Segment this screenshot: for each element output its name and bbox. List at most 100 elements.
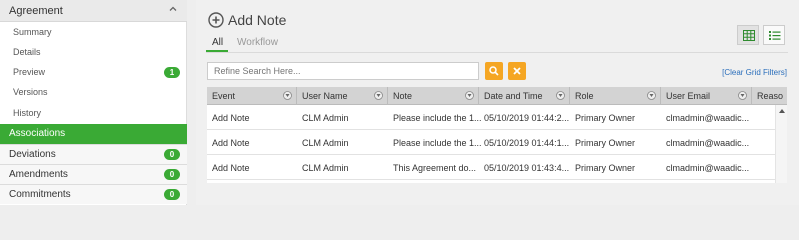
sidebar-item-label: Commitments: [9, 189, 71, 200]
sidebar-item-label: Associations: [9, 128, 66, 139]
table-cell: Add Note: [207, 156, 297, 180]
column-header-event[interactable]: Event: [207, 87, 297, 105]
table-cell: clmadmin@waadic...: [661, 131, 752, 155]
cell-text: CLM Admin: [302, 163, 349, 173]
table-cell: This Agreement do...: [388, 156, 479, 180]
tab-divider: [206, 52, 788, 53]
table-cell: Add Note: [207, 106, 297, 130]
column-header-label: Event: [212, 91, 236, 101]
chevron-up-icon[interactable]: [168, 4, 178, 14]
grid-header: Event User Name Note Date and Time Role: [207, 87, 787, 105]
column-header-date-and-time[interactable]: Date and Time: [479, 87, 570, 105]
sidebar-item-commitments[interactable]: Commitments 0: [0, 184, 187, 204]
grid-view-icon: [743, 30, 755, 41]
cell-text: Please include the 1...: [393, 138, 482, 148]
cell-text: Primary Owner: [575, 138, 636, 148]
clear-search-button[interactable]: [508, 62, 526, 80]
tab-all[interactable]: All: [212, 37, 223, 48]
sidebar-item-label: Versions: [13, 87, 48, 97]
search-icon: [489, 66, 499, 76]
preview-count-badge: 1: [164, 67, 180, 78]
cell-text: CLM Admin: [302, 113, 349, 123]
sidebar-item-label: Deviations: [9, 149, 56, 160]
cell-text: This Agreement do...: [393, 163, 477, 173]
scroll-up-icon[interactable]: [779, 108, 785, 113]
table-cell: 05/10/2019 01:44:2...: [479, 106, 570, 130]
table-cell: 05/10/2019 01:44:1...: [479, 131, 570, 155]
cell-text: CLM Admin: [302, 138, 349, 148]
column-header-user-email[interactable]: User Email: [661, 87, 752, 105]
table-cell: CLM Admin: [297, 156, 388, 180]
column-header-note[interactable]: Note: [388, 87, 479, 105]
list-view-icon: [769, 31, 781, 40]
table-cell: Please include the 1...: [388, 106, 482, 130]
cell-text: 05/10/2019 01:44:1...: [484, 138, 570, 148]
notes-grid: Event User Name Note Date and Time Role: [207, 87, 787, 183]
column-header-label: Reaso: [757, 91, 784, 101]
commitments-count-badge: 0: [164, 189, 180, 200]
cell-text: Add Note: [212, 113, 250, 123]
column-header-reason[interactable]: Reaso: [752, 87, 787, 105]
clear-grid-filters-link[interactable]: [Clear Grid Filters]: [722, 68, 787, 77]
table-cell: 05/10/2019 01:43:4...: [479, 156, 570, 180]
sidebar-item-label: History: [13, 108, 42, 118]
clear-icon: [513, 67, 521, 75]
sidebar-item-versions[interactable]: Versions: [0, 82, 187, 103]
table-cell: Please include the 1...: [388, 131, 482, 155]
sidebar-item-label: Amendments: [9, 169, 68, 180]
filter-icon[interactable]: [283, 91, 292, 100]
sidebar-item-label: Details: [13, 47, 41, 57]
table-cell: Primary Owner: [570, 131, 661, 155]
search-button[interactable]: [485, 62, 503, 80]
table-cell: clmadmin@waadic...: [661, 106, 752, 130]
table-cell: Add Note: [207, 131, 297, 155]
grid-view-button[interactable]: [737, 25, 759, 45]
filter-icon[interactable]: [556, 91, 565, 100]
sidebar-item-label: Preview: [13, 67, 46, 77]
sidebar: Agreement Summary Details Preview 1 Vers…: [0, 0, 187, 205]
cell-text: Please include the 1...: [393, 113, 482, 123]
plus-circle-icon: [208, 12, 224, 28]
vertical-scrollbar[interactable]: [775, 105, 787, 183]
search-input[interactable]: [207, 62, 479, 80]
column-header-label: User Name: [302, 91, 348, 101]
column-header-label: User Email: [666, 91, 711, 101]
table-row[interactable]: Add Note CLM Admin Please include the 1.…: [207, 106, 775, 130]
sidebar-item-amendments[interactable]: Amendments 0: [0, 164, 187, 184]
cell-text: Primary Owner: [575, 163, 636, 173]
sidebar-item-history[interactable]: History: [0, 103, 187, 124]
filter-icon[interactable]: [465, 91, 474, 100]
filter-icon[interactable]: [647, 91, 656, 100]
sidebar-item-associations[interactable]: Associations: [0, 124, 187, 144]
cell-text: 05/10/2019 01:43:4...: [484, 163, 570, 173]
amendments-count-badge: 0: [164, 169, 180, 180]
column-header-label: Note: [393, 91, 413, 101]
cell-text: clmadmin@waadic...: [666, 113, 750, 123]
table-row[interactable]: Add Note CLM Admin Please include the 1.…: [207, 131, 775, 155]
grid-footer-space: [207, 183, 787, 205]
sidebar-item-label: Summary: [13, 27, 52, 37]
cell-text: Primary Owner: [575, 113, 636, 123]
list-view-button[interactable]: [763, 25, 785, 45]
column-header-role[interactable]: Role: [570, 87, 661, 105]
table-cell: Primary Owner: [570, 156, 661, 180]
cell-text: Add Note: [212, 163, 250, 173]
table-row[interactable]: Add Note CLM Admin This Agreement do... …: [207, 156, 775, 180]
sidebar-item-summary[interactable]: Summary: [0, 22, 187, 43]
sidebar-item-deviations[interactable]: Deviations 0: [0, 144, 187, 164]
filter-icon[interactable]: [738, 91, 747, 100]
sidebar-item-details[interactable]: Details: [0, 42, 187, 63]
cell-text: 05/10/2019 01:44:2...: [484, 113, 570, 123]
sidebar-section-title: Agreement: [9, 5, 63, 17]
tab-workflow[interactable]: Workflow: [237, 37, 278, 48]
table-cell: CLM Admin: [297, 106, 388, 130]
column-header-label: Date and Time: [484, 91, 543, 101]
sidebar-section-agreement[interactable]: Agreement: [0, 0, 187, 22]
table-cell: CLM Admin: [297, 131, 388, 155]
table-cell: Primary Owner: [570, 106, 661, 130]
cell-text: clmadmin@waadic...: [666, 138, 750, 148]
column-header-user-name[interactable]: User Name: [297, 87, 388, 105]
filter-icon[interactable]: [374, 91, 383, 100]
sidebar-item-preview[interactable]: Preview 1: [0, 62, 187, 83]
add-note-label: Add Note: [228, 12, 287, 28]
